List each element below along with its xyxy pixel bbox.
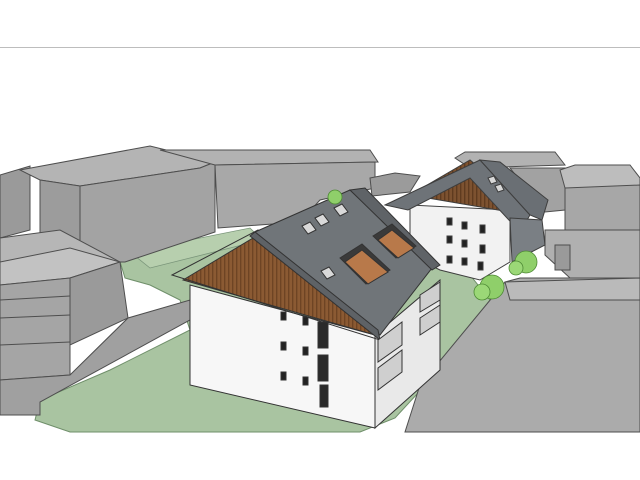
- model-render: [0, 145, 640, 433]
